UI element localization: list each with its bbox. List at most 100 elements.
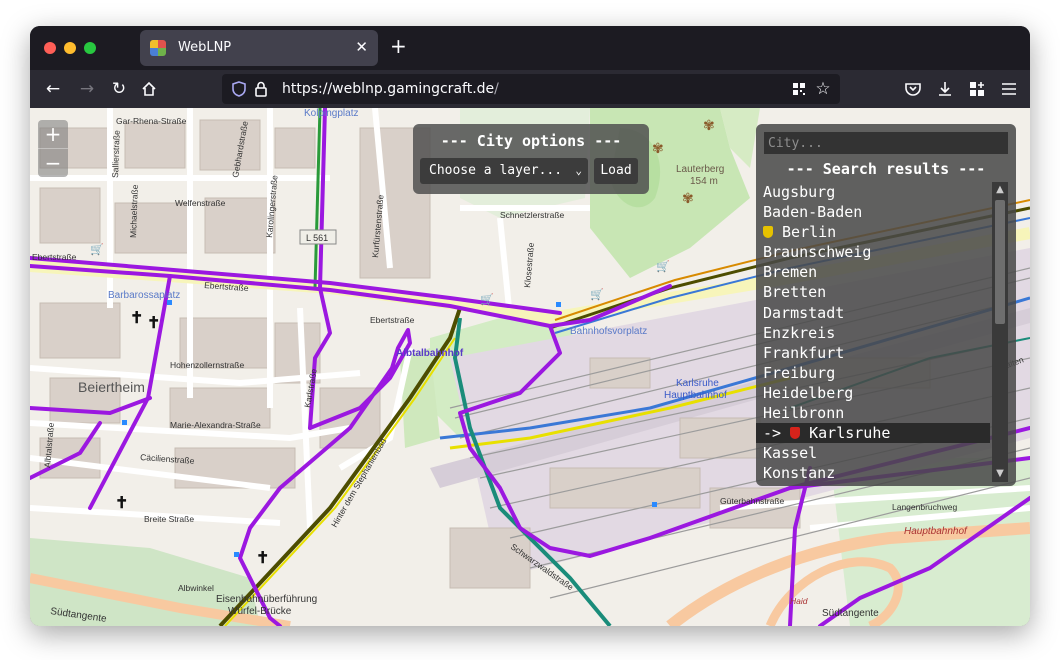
search-result-label: Heidelberg — [763, 383, 854, 402]
label-ebertstrasse-w: Ebertstraße — [32, 252, 77, 262]
search-result-item[interactable]: Heidelberg — [756, 383, 990, 403]
minimize-window-button[interactable] — [64, 42, 76, 54]
close-tab-icon[interactable]: ✕ — [355, 38, 368, 56]
search-result-item[interactable]: Bremen — [756, 262, 990, 282]
zoom-control: + − — [38, 120, 68, 177]
search-result-item[interactable]: -> Karlsruhe — [756, 423, 990, 444]
search-result-label: Heilbronn — [763, 404, 845, 423]
search-result-item[interactable]: Baden-Baden — [756, 202, 990, 222]
label-schnetzlerstrasse: Schnetzlerstraße — [500, 210, 565, 220]
svg-text:✝: ✝ — [115, 495, 128, 512]
label-kolpingplatz: Kolpingplatz — [304, 108, 358, 119]
label-ebertstrasse-m: Ebertstraße — [204, 280, 249, 293]
search-result-item[interactable]: Freiburg — [756, 363, 990, 383]
label-marie-alexandra: Marie-Alexandra-Straße — [170, 420, 261, 430]
label-albtalbahnhof: Albtalbahnhof — [396, 348, 464, 359]
hamburger-menu-icon[interactable] — [996, 76, 1022, 102]
extensions-icon[interactable] — [964, 76, 990, 102]
label-bahnhofsvorplatz: Bahnhofsvorplatz — [570, 326, 647, 337]
search-result-label: Baden-Baden — [763, 203, 863, 222]
zoom-out-button[interactable]: − — [38, 149, 68, 177]
label-beiertheim: Beiertheim — [78, 379, 145, 395]
search-result-item[interactable]: Heilbronn — [756, 403, 990, 423]
city-options-title: --- City options --- — [440, 132, 622, 150]
scroll-down-icon[interactable]: ▼ — [992, 466, 1008, 482]
svg-text:✾: ✾ — [703, 117, 715, 133]
url-bar[interactable]: https://weblnp.gamingcraft.de/ ☆ — [222, 74, 840, 104]
search-panel: --- Search results --- Augsburg Baden-Bad… — [756, 124, 1016, 486]
label-karlsruhe-hbf-1: Karlsruhe — [676, 378, 719, 389]
search-result-item[interactable]: Kassel — [756, 443, 990, 463]
arrow-left-icon[interactable]: ← — [40, 76, 66, 102]
city-search-input[interactable] — [764, 132, 1008, 154]
svg-text:✝: ✝ — [256, 550, 269, 567]
zoom-in-button[interactable]: + — [38, 120, 68, 149]
tab-title: WebLNP — [178, 40, 232, 55]
layer-select[interactable]: Choose a layer... ⌄ — [420, 158, 588, 184]
label-suedtangente-e: Südtangente — [822, 608, 879, 619]
search-result-item[interactable]: Berlin — [756, 222, 990, 242]
search-results-title: --- Search results --- — [786, 160, 986, 178]
svg-text:🛒: 🛒 — [480, 293, 494, 306]
load-button[interactable]: Load — [594, 158, 638, 184]
label-lauterberg-height: 154 m — [690, 176, 718, 187]
maximize-window-button[interactable] — [84, 42, 96, 54]
scroll-up-icon[interactable]: ▲ — [992, 182, 1008, 198]
search-result-label: Braunschweig — [763, 243, 872, 262]
search-result-label: Darmstadt — [763, 303, 845, 322]
navigation-toolbar: ← → ↻ https://weblnp.gamingcraft.de/ ☆ — [30, 70, 1030, 108]
search-result-item[interactable]: Frankfurt — [756, 343, 990, 363]
label-welfenstrasse: Welfenstraße — [175, 198, 226, 208]
search-result-item[interactable]: Bretten — [756, 282, 990, 302]
label-klosestrasse: Klosestraße — [522, 242, 536, 288]
arrow-right-icon[interactable]: → — [74, 76, 100, 102]
search-result-label: Augsburg — [763, 183, 836, 201]
city-options-panel: --- City options --- Choose a layer... ⌄… — [413, 124, 649, 194]
search-result-label: Kassel — [763, 444, 818, 463]
label-l561: L 561 — [306, 233, 328, 243]
search-result-label: Freiburg — [763, 363, 836, 382]
url-text: https://weblnp.gamingcraft.de/ — [282, 81, 499, 97]
svg-text:✝: ✝ — [130, 310, 143, 327]
scrollbar-thumb[interactable] — [995, 200, 1005, 324]
qr-code-icon[interactable] — [788, 78, 810, 100]
label-sallierstrasse: Sallierstraße — [110, 130, 122, 178]
label-eisenbahn: Eisenbahnüberführung — [216, 594, 317, 605]
tab-weblnp[interactable]: WebLNP ✕ — [140, 30, 378, 66]
search-result-item[interactable]: Braunschweig — [756, 242, 990, 262]
svg-text:✾: ✾ — [652, 140, 664, 156]
label-gar-rhena: Gar-Rhena-Straße — [116, 116, 187, 126]
label-hohenzollernstrasse: Hohenzollernstraße — [170, 360, 244, 370]
lock-icon[interactable] — [250, 78, 272, 100]
label-breite-strasse: Breite Straße — [144, 514, 194, 524]
close-window-button[interactable] — [44, 42, 56, 54]
star-icon[interactable]: ☆ — [812, 78, 834, 100]
city-crest-icon — [763, 226, 773, 239]
search-result-item[interactable]: Konstanz — [756, 463, 990, 482]
label-wuerfel-bruecke: Würfel-Brücke — [228, 606, 292, 617]
label-hauptbahnhof-e: Hauptbahnhof — [904, 526, 968, 537]
layer-select-value: Choose a layer... — [429, 163, 563, 178]
label-gueterbahnstrasse: Güterbahnstraße — [720, 496, 785, 506]
search-result-label: Frankfurt — [763, 343, 845, 362]
search-result-label: Bremen — [763, 263, 818, 282]
label-karlsruhe-hbf-2: Hauptbahnhof — [664, 390, 727, 401]
label-langenbruchweg: Langenbruchweg — [892, 502, 957, 512]
pocket-icon[interactable] — [900, 76, 926, 102]
label-barbarossaplatz: Barbarossaplatz — [108, 290, 180, 301]
home-icon[interactable] — [136, 76, 162, 102]
svg-text:🛒: 🛒 — [590, 288, 604, 301]
label-karolingerstrasse: Karolingerstraße — [264, 174, 279, 238]
results-scrollbar[interactable]: ▲ ▼ — [992, 182, 1008, 482]
search-result-label: Konstanz — [763, 464, 836, 482]
search-result-label: Bretten — [763, 283, 827, 302]
search-result-item[interactable]: Augsburg — [756, 182, 990, 202]
new-tab-icon[interactable]: + — [390, 36, 407, 56]
shield-icon[interactable] — [228, 78, 250, 100]
download-icon[interactable] — [932, 76, 958, 102]
search-result-item[interactable]: Enzkreis — [756, 323, 990, 343]
browser-window: WebLNP ✕ + ← → ↻ https://weblnp.gamingcr… — [30, 26, 1030, 626]
reload-icon[interactable]: ↻ — [106, 76, 132, 102]
search-result-item[interactable]: Darmstadt — [756, 303, 990, 323]
map-viewport[interactable]: ✝ ✝ ✝ ✝ ✾ ✾ ✾ 🛒 🛒 🛒 🛒 Ebertstraße Ebertstraße E… — [30, 108, 1030, 626]
